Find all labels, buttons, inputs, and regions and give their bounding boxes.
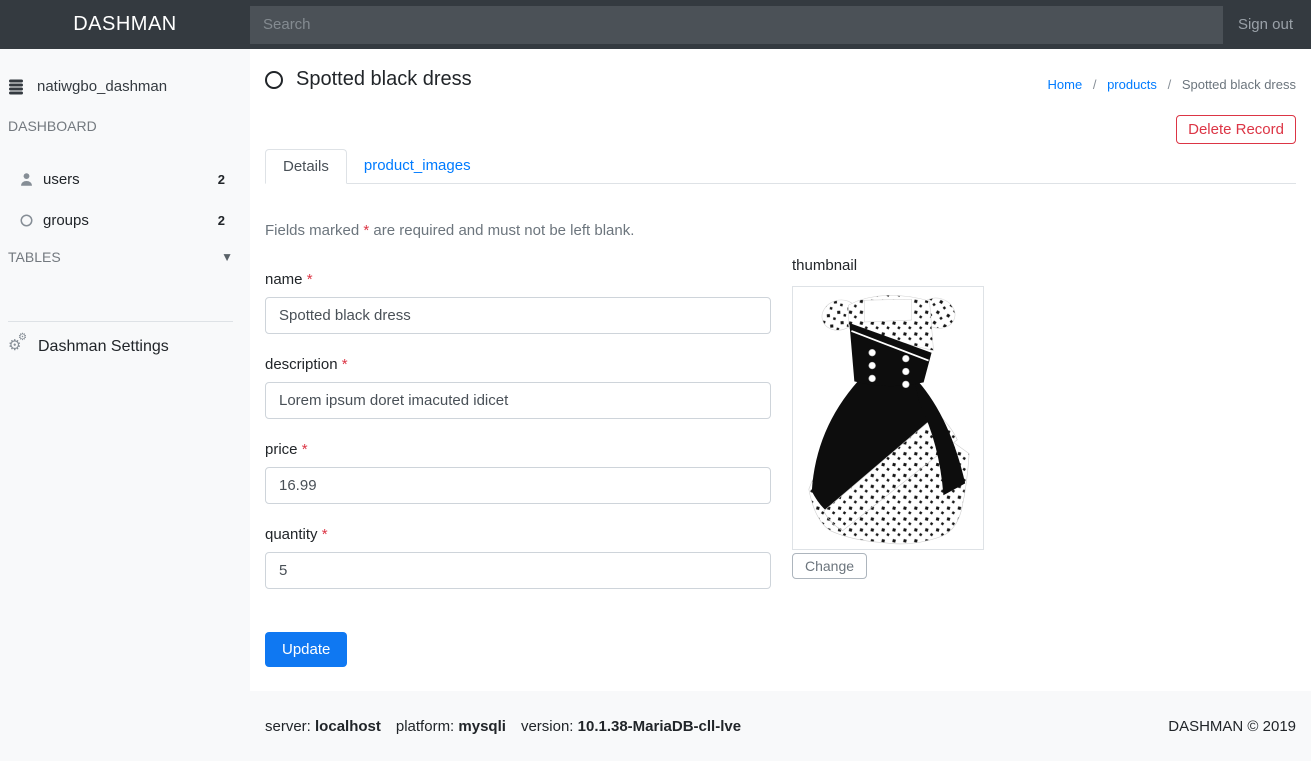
form-group-description: description * — [265, 356, 771, 419]
thumbnail-label: thumbnail — [792, 257, 858, 274]
change-thumbnail-button[interactable]: Change — [792, 553, 868, 579]
price-field[interactable] — [265, 467, 771, 504]
update-button[interactable]: Update — [265, 632, 348, 667]
details-form: name * description * price * qua — [265, 257, 771, 667]
users-count-badge: 2 — [217, 172, 225, 187]
record-circle-icon — [265, 70, 283, 89]
sidebar-item-database[interactable]: natiwgbo_dashman — [0, 78, 250, 95]
form-group-price: price * — [265, 441, 771, 504]
required-asterisk: * — [321, 526, 328, 543]
form-group-name: name * — [265, 271, 771, 334]
thumbnail-section: thumbnail Change — [792, 257, 984, 667]
sidebar-item-users[interactable]: users 2 — [0, 159, 250, 200]
section-heading-tables: TABLES ▼ — [0, 249, 250, 265]
sign-out-link[interactable]: Sign out — [1223, 16, 1311, 33]
database-icon — [8, 79, 24, 95]
footer-platform: platform: mysqli — [395, 717, 506, 735]
app-logo[interactable]: DASHMAN — [0, 13, 250, 36]
gears-icon: ⚙ ⚙ — [8, 332, 27, 354]
tab-bar: Details product_images — [265, 149, 1296, 184]
required-asterisk: * — [341, 356, 348, 373]
quantity-field[interactable] — [265, 552, 771, 589]
required-asterisk: * — [301, 441, 308, 458]
sidebar-item-settings[interactable]: ⚙ ⚙ Dashman Settings — [0, 322, 250, 356]
required-asterisk: * — [363, 222, 370, 239]
tables-heading-label: TABLES — [8, 249, 61, 265]
sidebar-item-label: groups — [43, 212, 89, 229]
sidebar-item-groups[interactable]: groups 2 — [0, 200, 250, 241]
footer-copyright: DASHMAN © 2019 — [1168, 717, 1296, 735]
name-field[interactable] — [265, 297, 771, 334]
chevron-down-icon[interactable]: ▼ — [221, 250, 233, 264]
breadcrumb-current: Spotted black dress — [1181, 77, 1296, 92]
sidebar-item-label: users — [43, 171, 80, 188]
footer-server: server: localhost — [265, 717, 381, 735]
page-title: Spotted black dress — [296, 68, 472, 90]
search-input[interactable] — [250, 5, 1223, 44]
sidebar: natiwgbo_dashman DASHBOARD users 2 group… — [0, 49, 250, 761]
main-content: Spotted black dress Home / products / Sp… — [250, 49, 1311, 691]
breadcrumb-separator: / — [1092, 77, 1097, 92]
breadcrumb-separator: / — [1167, 77, 1172, 92]
dress-image — [808, 295, 970, 545]
name-label: name * — [265, 271, 313, 288]
user-icon — [18, 172, 34, 188]
description-field[interactable] — [265, 382, 771, 419]
breadcrumb-products-link[interactable]: products — [1107, 77, 1157, 92]
quantity-label: quantity * — [265, 526, 328, 543]
required-fields-note: Fields marked * are required and must no… — [265, 222, 635, 239]
footer: server: localhost platform: mysqli versi… — [250, 691, 1311, 761]
delete-record-button[interactable]: Delete Record — [1176, 115, 1296, 144]
breadcrumb-home-link[interactable]: Home — [1048, 77, 1083, 92]
footer-version: version: 10.1.38-MariaDB-cll-lve — [520, 717, 742, 735]
circle-icon — [18, 213, 34, 229]
description-label: description * — [265, 356, 348, 373]
app-window: DASHMAN Sign out natiwgbo_dashman DASHBO… — [0, 0, 1311, 761]
tab-product-images[interactable]: product_images — [347, 149, 488, 183]
form-group-quantity: quantity * — [265, 526, 771, 589]
required-asterisk: * — [306, 271, 313, 288]
section-heading-dashboard: DASHBOARD — [8, 118, 97, 134]
settings-label: Dashman Settings — [38, 338, 169, 355]
topbar: DASHMAN Sign out — [0, 0, 1311, 49]
tab-details[interactable]: Details — [265, 149, 347, 184]
price-label: price * — [265, 441, 308, 458]
groups-count-badge: 2 — [217, 213, 225, 228]
database-label: natiwgbo_dashman — [37, 78, 168, 95]
thumbnail-image — [792, 286, 984, 550]
breadcrumb: Home / products / Spotted black dress — [1048, 77, 1297, 92]
